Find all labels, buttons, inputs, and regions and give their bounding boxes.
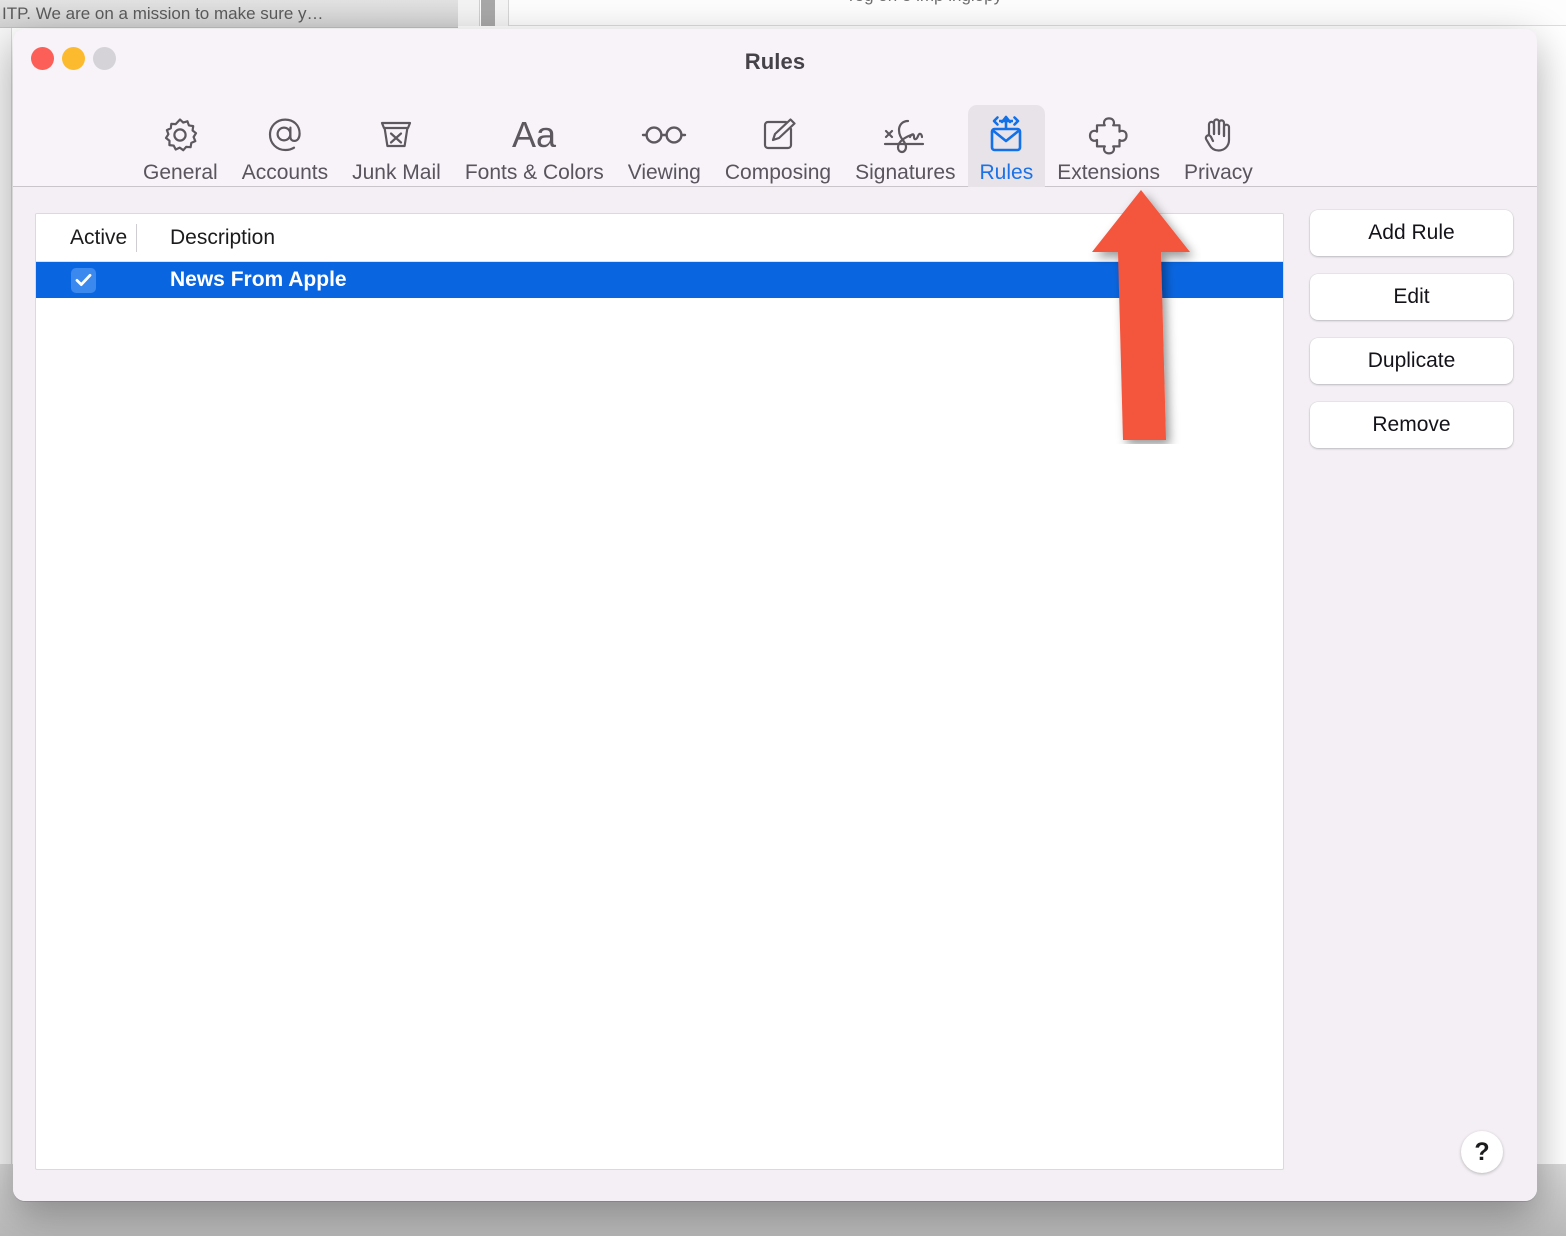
signature-icon <box>877 112 933 158</box>
page-title: Rules <box>744 49 806 74</box>
glasses-icon <box>638 112 690 158</box>
at-sign-icon <box>263 112 307 158</box>
duplicate-button[interactable]: Duplicate <box>1310 338 1513 384</box>
aa-text-icon: Aa <box>504 112 564 158</box>
svg-text:Aa: Aa <box>512 114 557 155</box>
junk-bin-icon <box>374 112 418 158</box>
tab-accounts[interactable]: Accounts <box>230 105 340 194</box>
tab-composing-label: Composing <box>724 161 832 184</box>
column-header-active[interactable]: Active <box>36 214 136 262</box>
tab-junk-mail[interactable]: Junk Mail <box>340 105 453 194</box>
preferences-content: Active Description News From Apple Add R… <box>13 187 1537 1201</box>
tab-junk-mail-label: Junk Mail <box>352 161 441 184</box>
mail-preferences-window: Rules General Accounts Junk Mail Aa Font… <box>13 29 1537 1201</box>
rules-list-header: Active Description <box>36 214 1283 262</box>
tab-fonts-colors[interactable]: Aa Fonts & Colors <box>453 105 616 194</box>
tab-general[interactable]: General <box>131 105 230 194</box>
background-message-text: ITP. We are on a mission to make sure y… <box>2 3 324 23</box>
tab-extensions[interactable]: Extensions <box>1045 105 1172 194</box>
background-scroll-track <box>458 0 480 26</box>
rules-mail-icon <box>983 112 1029 158</box>
tab-viewing-label: Viewing <box>627 161 701 184</box>
tab-viewing[interactable]: Viewing <box>616 105 713 194</box>
remove-button[interactable]: Remove <box>1310 402 1513 448</box>
background-scroll-gutter <box>495 0 509 26</box>
preferences-toolbar: General Accounts Junk Mail Aa Fonts & Co… <box>13 105 1537 194</box>
background-right-panel-text: reg on e imp ingiopy <box>849 0 1002 6</box>
tab-signatures-label: Signatures <box>855 161 956 184</box>
checkmark-icon <box>75 273 91 286</box>
rule-description: News From Apple <box>170 268 347 291</box>
tab-composing[interactable]: Composing <box>713 105 843 194</box>
edit-button[interactable]: Edit <box>1310 274 1513 320</box>
tab-general-label: General <box>143 161 218 184</box>
help-button[interactable]: ? <box>1461 1131 1503 1173</box>
gear-icon <box>158 112 202 158</box>
rules-list[interactable]: Active Description News From Apple <box>35 213 1284 1170</box>
tab-extensions-label: Extensions <box>1057 161 1160 184</box>
background-scroll-thumb[interactable] <box>481 0 495 26</box>
tab-privacy[interactable]: Privacy <box>1172 105 1265 194</box>
rule-active-checkbox[interactable] <box>70 267 96 293</box>
rule-active-cell <box>36 267 136 293</box>
background-right-panel: reg on e imp ingiopy <box>509 0 1566 26</box>
tab-fonts-colors-label: Fonts & Colors <box>464 161 604 184</box>
column-header-description[interactable]: Description <box>137 214 275 262</box>
table-row[interactable]: News From Apple <box>36 262 1283 298</box>
window-titlebar: Rules General Accounts Junk Mail Aa Font… <box>13 29 1537 194</box>
background-message-preview: ITP. We are on a mission to make sure y… <box>0 0 458 28</box>
background-left-rail <box>0 28 12 1236</box>
compose-pen-icon <box>756 112 800 158</box>
rules-action-buttons: Add Rule Edit Duplicate Remove <box>1310 210 1513 448</box>
tab-accounts-label: Accounts <box>241 161 329 184</box>
tab-rules-label: Rules <box>979 161 1034 184</box>
tab-privacy-label: Privacy <box>1183 161 1253 184</box>
hand-icon <box>1196 112 1240 158</box>
puzzle-icon <box>1086 112 1132 158</box>
tab-rules[interactable]: Rules <box>967 105 1046 194</box>
tab-signatures[interactable]: Signatures <box>843 105 967 194</box>
add-rule-button[interactable]: Add Rule <box>1310 210 1513 256</box>
